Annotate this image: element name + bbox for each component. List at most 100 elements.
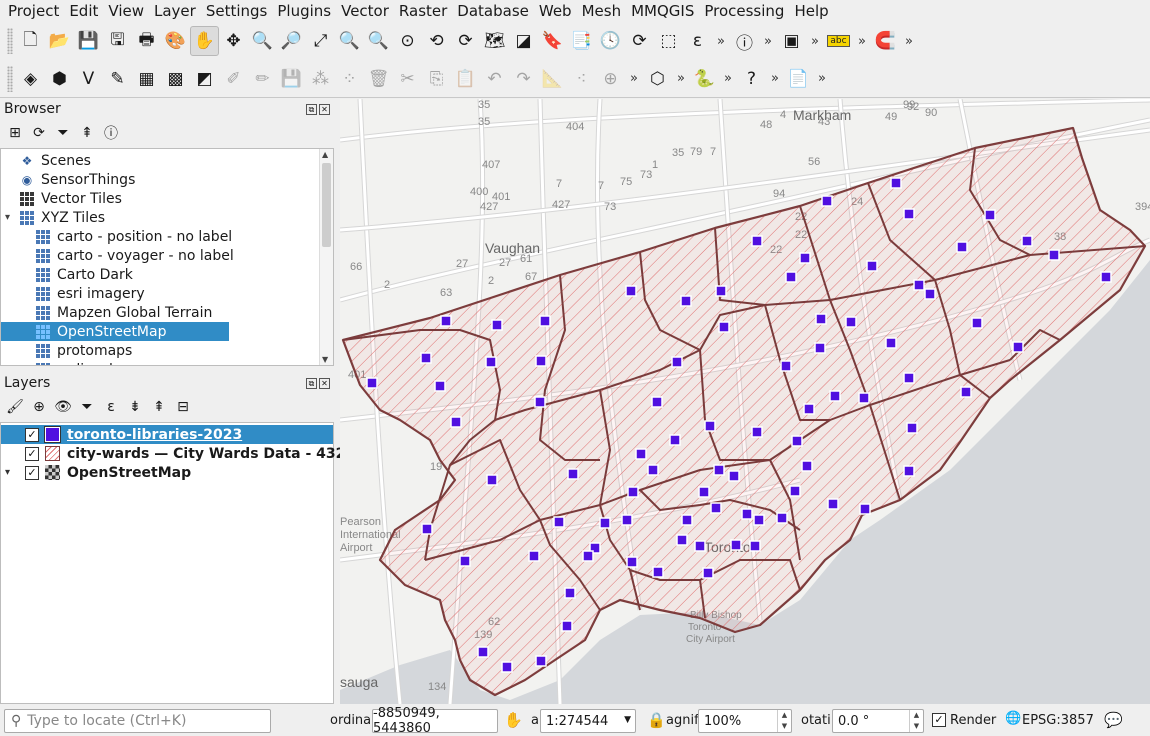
python-console-icon[interactable]: 🐍 xyxy=(690,64,719,94)
library-point[interactable] xyxy=(799,252,811,264)
toolbar-overflow-button[interactable]: » xyxy=(672,71,690,86)
toolbar-overflow-button[interactable]: » xyxy=(900,34,918,49)
copy-icon[interactable]: ⎘ xyxy=(422,64,451,94)
browser-item-vector-tiles[interactable]: Vector Tiles xyxy=(1,189,122,208)
library-point[interactable] xyxy=(924,288,936,300)
menu-mmqgis[interactable]: MMQGIS xyxy=(626,0,699,22)
library-point[interactable] xyxy=(486,474,498,486)
library-point[interactable] xyxy=(741,508,753,520)
library-point[interactable] xyxy=(803,403,815,415)
library-point[interactable] xyxy=(903,208,915,220)
current-edits-icon[interactable]: ✐ xyxy=(219,64,248,94)
shape-digitizing-icon[interactable]: ⬡ xyxy=(643,64,672,94)
library-point[interactable] xyxy=(635,448,647,460)
float-panel-icon[interactable]: ⧉ xyxy=(306,377,317,389)
library-point[interactable] xyxy=(621,514,633,526)
library-point[interactable] xyxy=(440,315,452,327)
save-as-icon[interactable]: 🖫 xyxy=(103,26,132,56)
library-point[interactable] xyxy=(534,396,546,408)
identify-icon[interactable]: ⓘ xyxy=(730,26,759,56)
spinbox-arrows-icon[interactable]: ▲ ▼ xyxy=(909,710,923,732)
coordinate-field[interactable]: -8850949, 5443860 xyxy=(372,706,498,736)
close-panel-icon[interactable]: ✕ xyxy=(319,377,330,389)
library-point[interactable] xyxy=(450,416,462,428)
new-bookmark-icon[interactable]: 🔖 xyxy=(538,26,567,56)
menu-help[interactable]: Help xyxy=(789,0,833,22)
collapse-all-icon[interactable]: ⇞ xyxy=(76,122,98,144)
close-panel-icon[interactable]: ✕ xyxy=(319,103,330,115)
browser-item-protomaps[interactable]: protomaps xyxy=(1,341,132,360)
library-point[interactable] xyxy=(651,396,663,408)
temporal-controller-icon[interactable]: 🕓 xyxy=(596,26,625,56)
library-point[interactable] xyxy=(681,514,693,526)
library-point[interactable] xyxy=(528,550,540,562)
browser-scrollbar[interactable]: ▲ ▼ xyxy=(319,149,333,365)
toolbar-overflow-button[interactable]: » xyxy=(853,34,871,49)
library-point[interactable] xyxy=(698,486,710,498)
expand-all-icon[interactable]: ⇟ xyxy=(124,396,146,418)
library-point[interactable] xyxy=(652,566,664,578)
scroll-up-icon[interactable]: ▲ xyxy=(322,150,328,159)
library-point[interactable] xyxy=(859,503,871,515)
add-group-icon[interactable]: ⊕ xyxy=(28,396,50,418)
virtual-layer-icon[interactable]: ▩ xyxy=(161,64,190,94)
float-panel-icon[interactable]: ⧉ xyxy=(306,103,317,115)
zoom-in-icon[interactable]: 🔍 xyxy=(248,26,277,56)
library-point[interactable] xyxy=(984,209,996,221)
layer-item-toronto-libraries-2023[interactable]: ✓ toronto-libraries-2023 xyxy=(1,425,333,444)
new-3d-view-icon[interactable]: ◪ xyxy=(509,26,538,56)
new-vector-icon[interactable]: V xyxy=(74,64,103,94)
library-point[interactable] xyxy=(671,356,683,368)
zoom-native-icon[interactable]: ⊙ xyxy=(393,26,422,56)
library-point[interactable] xyxy=(1021,235,1033,247)
browser-item-carto-voyager-no-label[interactable]: carto - voyager - no label xyxy=(1,246,234,265)
library-point[interactable] xyxy=(906,422,918,434)
zoom-last-icon[interactable]: ⟲ xyxy=(422,26,451,56)
toolbar-overflow-button[interactable]: » xyxy=(806,34,824,49)
library-point[interactable] xyxy=(715,285,727,297)
filter-by-expression-icon[interactable]: ε xyxy=(100,396,122,418)
library-point[interactable] xyxy=(491,319,503,331)
open-field-calculator-icon[interactable]: ▣ xyxy=(777,26,806,56)
library-point[interactable] xyxy=(553,516,565,528)
zoom-to-layer-icon[interactable]: 🔍 xyxy=(364,26,393,56)
library-point[interactable] xyxy=(582,550,594,562)
library-point[interactable] xyxy=(421,523,433,535)
layer-item-openstreetmap[interactable]: ▾ ✓ OpenStreetMap xyxy=(1,463,191,482)
library-point[interactable] xyxy=(694,540,706,552)
library-point[interactable] xyxy=(647,464,659,476)
library-point[interactable] xyxy=(903,372,915,384)
render-checkbox[interactable]: ✓ xyxy=(932,713,946,727)
library-point[interactable] xyxy=(776,512,788,524)
map-svg[interactable]: 3535404740740074274012722274011942713556… xyxy=(340,99,1150,704)
chevron-down-icon[interactable]: ▼ xyxy=(624,715,631,725)
library-point[interactable] xyxy=(539,315,551,327)
library-point[interactable] xyxy=(730,539,742,551)
library-point[interactable] xyxy=(866,260,878,272)
new-report-icon[interactable]: 📄 xyxy=(784,64,813,94)
library-point[interactable] xyxy=(366,377,378,389)
magnifier-field[interactable]: 100% ▲ ▼ xyxy=(698,709,792,733)
scroll-down-icon[interactable]: ▼ xyxy=(322,355,328,364)
library-point[interactable] xyxy=(1100,271,1112,283)
label-tool-icon[interactable]: abc xyxy=(824,26,853,56)
pan-icon[interactable]: ✋ xyxy=(190,26,219,56)
data-source-manager-icon[interactable]: ◈ xyxy=(16,64,45,94)
library-point[interactable] xyxy=(956,241,968,253)
library-point[interactable] xyxy=(669,434,681,446)
rotation-field[interactable]: 0.0 ° ▲ ▼ xyxy=(832,709,924,733)
delete-selected-icon[interactable]: 🗑 xyxy=(364,64,393,94)
select-features-icon[interactable]: ⬚ xyxy=(654,26,683,56)
manage-visibility-icon[interactable]: 👁 xyxy=(52,396,74,418)
scrollbar-thumb[interactable] xyxy=(322,163,331,247)
toolbar-overflow-button[interactable]: » xyxy=(766,71,784,86)
menu-view[interactable]: View xyxy=(103,0,149,22)
layer-visibility-checkbox[interactable]: ✓ xyxy=(25,446,39,461)
refresh-icon[interactable]: ⟳ xyxy=(625,26,654,56)
open-layer-styling-icon[interactable]: 🖌 xyxy=(4,396,26,418)
digitize-icon[interactable]: ✎ xyxy=(103,64,132,94)
browser-item-sensorthings[interactable]: ◉ SensorThings xyxy=(1,170,136,189)
browser-item-mapzen-global-terrain[interactable]: Mapzen Global Terrain xyxy=(1,303,212,322)
menu-vector[interactable]: Vector xyxy=(336,0,394,22)
library-point[interactable] xyxy=(477,646,489,658)
